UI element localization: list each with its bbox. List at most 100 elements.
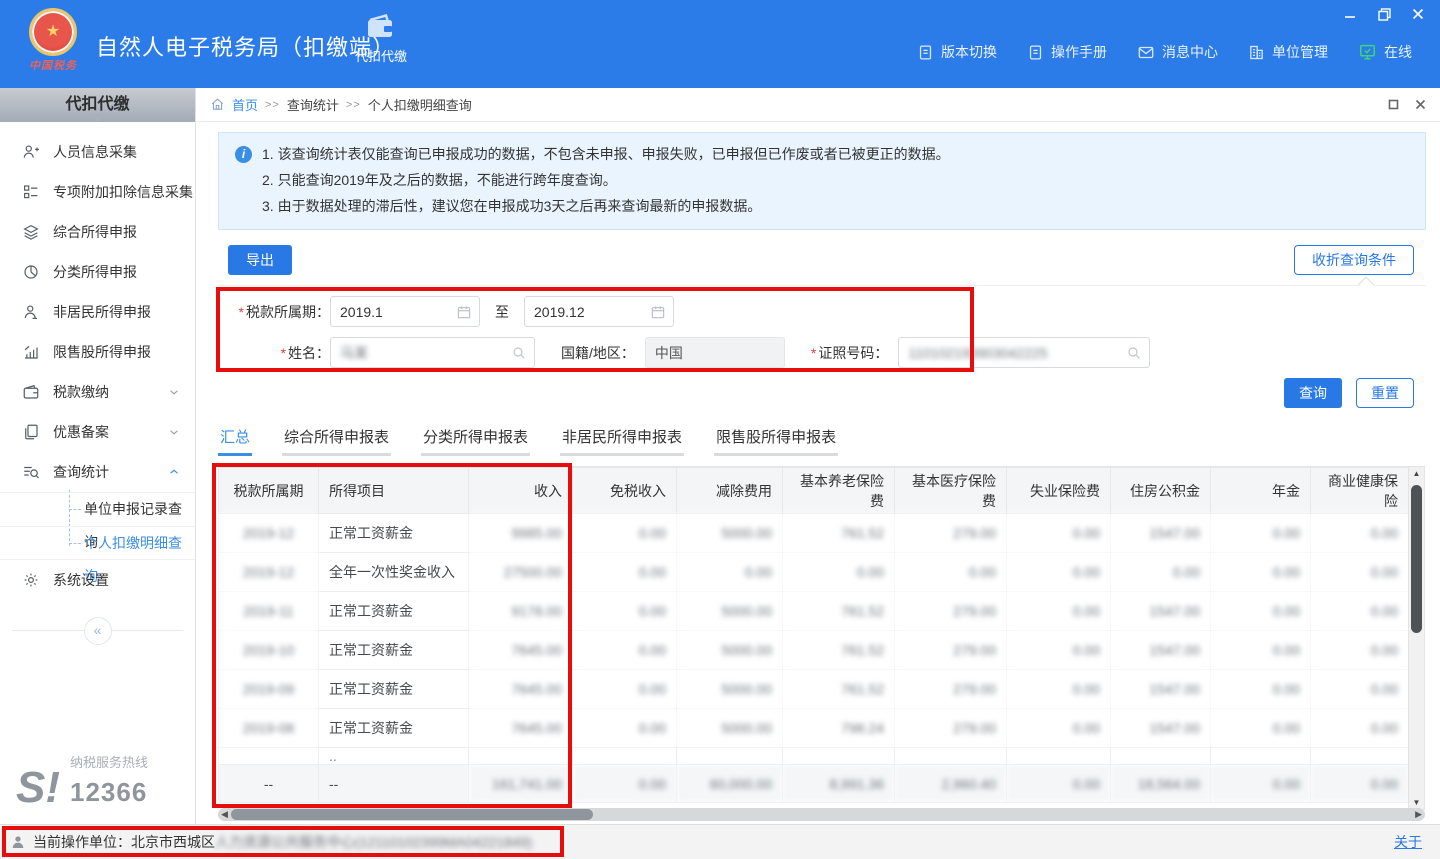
table-cell: 0.00 (1311, 670, 1409, 709)
sidebar-item-label: 专项附加扣除信息采集 (53, 182, 193, 202)
to-label: 至 (495, 302, 509, 322)
table-cell: 60,000.00 (677, 765, 783, 803)
sidebar-item-restricted-shares[interactable]: 限售股所得申报 (0, 332, 195, 372)
sidebar-item-preferential-filing[interactable]: 优惠备案 (0, 412, 195, 452)
menu-message-center[interactable]: 消息中心 (1137, 42, 1218, 62)
summary-table-body: 2019-12正常工资薪金9985.000.005000.00761.52279… (219, 514, 1409, 803)
id-number-input[interactable]: 110102199903042225 (898, 337, 1150, 368)
table-cell: 279.00 (895, 514, 1007, 553)
menu-manual[interactable]: 操作手册 (1027, 42, 1107, 62)
label-text: 证照号码： (818, 345, 888, 361)
documents-icon (22, 423, 40, 441)
name-value-redacted: 马某 (340, 343, 368, 363)
table-cell: 2019-10 (219, 631, 319, 670)
nationality-input: 中国 (645, 337, 785, 368)
sidebar-item-system-settings[interactable]: 系统设置 (0, 560, 195, 600)
module-tab-withholding[interactable]: 代扣代缴 (346, 14, 416, 65)
table-cell: 0.00 (573, 631, 677, 670)
table-cell: 0.00 (573, 765, 677, 803)
table-cell (895, 748, 1007, 765)
period-from-input[interactable]: 2019.1 (330, 296, 480, 327)
tab-comprehensive-income[interactable]: 综合所得申报表 (282, 422, 391, 456)
sidebar-item-nonresident-income[interactable]: 非居民所得申报 (0, 292, 195, 332)
sidebar-item-label: 系统设置 (53, 570, 109, 590)
sidebar-item-personnel-info[interactable]: 人员信息采集 (0, 132, 195, 172)
table-row: 2019-11正常工资薪金9178.000.005000.00761.52279… (219, 592, 1409, 631)
menu-online-status[interactable]: 在线 (1358, 42, 1412, 62)
sidebar-item-query-statistics[interactable]: 查询统计 (0, 452, 195, 492)
scroll-right-icon[interactable]: ▶ (1415, 809, 1422, 820)
table-cell: 正常工资薪金 (319, 670, 469, 709)
table-cell: 0.00 (1007, 709, 1111, 748)
required-mark: * (239, 304, 244, 320)
tree-twig (69, 509, 81, 510)
tab-restricted-shares[interactable]: 限售股所得申报表 (714, 422, 838, 456)
table-cell: 9985.00 (469, 514, 573, 553)
sidebar-subitem-unit-declaration-query[interactable]: 单位申报记录查询 (0, 492, 195, 526)
query-button[interactable]: 查询 (1284, 378, 1342, 408)
horizontal-scrollbar[interactable]: ◀ ▶ (218, 808, 1425, 821)
table-cell: 0.00 (895, 553, 1007, 592)
table-cell: 正常工资薪金 (319, 709, 469, 748)
app-window: ★ 中国税务 自然人电子税务局（扣缴端） 代扣代缴 版本切换 操作手册 (0, 0, 1440, 859)
current-unit-label: 当前操作单位： (33, 832, 131, 852)
table-cell: 279.00 (895, 670, 1007, 709)
period-label: *税款所属期： (218, 302, 330, 322)
search-icon[interactable] (1126, 345, 1142, 361)
horizontal-scrollbar-thumb[interactable] (231, 809, 593, 820)
breadcrumb-home-link[interactable]: 首页 (232, 95, 258, 114)
table-cell: 0.00 (1211, 709, 1311, 748)
query-form: *税款所属期： 2019.1 至 2019.12 (218, 285, 1426, 368)
table-cell: 279.00 (895, 631, 1007, 670)
table-row: 2019-10正常工资薪金7645.000.005000.00761.52279… (219, 631, 1409, 670)
tab-classified-income[interactable]: 分类所得申报表 (421, 422, 530, 456)
table-cell: 2019-08 (219, 709, 319, 748)
window-close-icon[interactable] (1410, 6, 1426, 22)
window-restore-icon[interactable] (1376, 6, 1392, 22)
panel-close-icon[interactable] (1415, 99, 1426, 110)
menu-version-switch[interactable]: 版本切换 (917, 42, 997, 62)
table-cell: 0.00 (1211, 553, 1311, 592)
table-cell: 761.52 (783, 514, 895, 553)
person-add-icon (22, 143, 40, 161)
menu-unit-management[interactable]: 单位管理 (1248, 42, 1328, 62)
window-controls (1342, 6, 1426, 22)
label-text: 姓名： (288, 345, 330, 361)
tab-nonresident-income[interactable]: 非居民所得申报表 (560, 422, 684, 456)
panel-maximize-icon[interactable] (1388, 99, 1399, 110)
export-button[interactable]: 导出 (228, 245, 292, 275)
sidebar-menu: 人员信息采集 专项附加扣除信息采集 综合所得申报 分类所得申报 (0, 132, 195, 646)
scroll-up-icon[interactable]: ▲ (1409, 469, 1424, 478)
scroll-down-icon[interactable]: ▼ (1409, 798, 1424, 807)
table-cell: 798.24 (783, 709, 895, 748)
name-input[interactable]: 马某 (330, 337, 535, 368)
sidebar-item-classified-income[interactable]: 分类所得申报 (0, 252, 195, 292)
collapse-query-button[interactable]: 收折查询条件 (1294, 245, 1414, 275)
calendar-icon[interactable] (456, 304, 472, 320)
table-cell: -- (319, 765, 469, 803)
period-to-input[interactable]: 2019.12 (524, 296, 674, 327)
table-cell: 正常工资薪金 (319, 631, 469, 670)
sidebar-item-tax-payment[interactable]: 税款缴纳 (0, 372, 195, 412)
period-from-value: 2019.1 (340, 304, 383, 320)
sidebar-item-comprehensive-income[interactable]: 综合所得申报 (0, 212, 195, 252)
table-cell: 0.00 (573, 553, 677, 592)
breadcrumb-separator: >> (346, 99, 361, 111)
sidebar-collapse-button[interactable]: « (84, 617, 112, 645)
table-cell: 2019-12 (219, 514, 319, 553)
sidebar-item-special-deduction[interactable]: 专项附加扣除信息采集 (0, 172, 195, 212)
scroll-left-icon[interactable]: ◀ (221, 809, 228, 820)
vertical-scrollbar-thumb[interactable] (1411, 485, 1422, 633)
calendar-icon[interactable] (650, 304, 666, 320)
vertical-scrollbar[interactable]: ▲ ▼ (1408, 466, 1425, 810)
window-minimize-icon[interactable] (1342, 6, 1358, 22)
column-header: 住房公积金 (1111, 468, 1211, 514)
reset-button[interactable]: 重置 (1356, 378, 1414, 408)
table-cell: 27500.00 (469, 553, 573, 592)
table-cell: 0.00 (1111, 553, 1211, 592)
search-icon[interactable] (511, 345, 527, 361)
about-link[interactable]: 关于 (1394, 832, 1422, 852)
sidebar-subitem-personal-withholding-query[interactable]: 个人扣缴明细查询 (0, 526, 195, 560)
tab-summary[interactable]: 汇总 (218, 422, 252, 456)
query-statistics-submenu: 单位申报记录查询 个人扣缴明细查询 (0, 492, 195, 560)
